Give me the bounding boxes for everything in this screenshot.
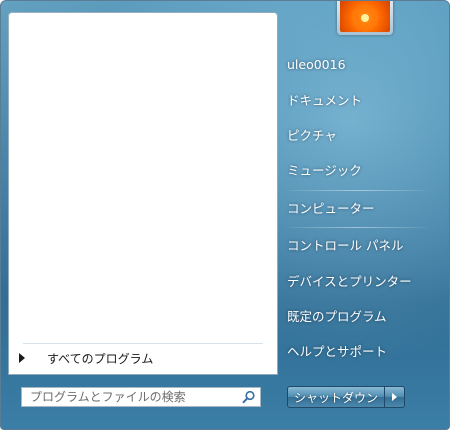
flower-icon	[351, 4, 379, 32]
documents-item[interactable]: ドキュメント	[287, 86, 437, 112]
pictures-label: ピクチャ	[287, 127, 337, 143]
programs-divider	[23, 343, 263, 344]
music-item[interactable]: ミュージック	[287, 156, 437, 182]
chevron-right-icon	[392, 393, 398, 401]
all-programs-label: すべてのプログラム	[47, 351, 154, 366]
computer-label: コンピューター	[287, 200, 375, 216]
computer-item[interactable]: コンピューター	[287, 194, 437, 220]
user-picture-frame[interactable]	[337, 1, 393, 35]
search-box[interactable]	[21, 387, 261, 407]
control-panel-item[interactable]: コントロール パネル	[287, 231, 437, 257]
right-pane-divider-2	[287, 227, 427, 228]
help-support-item[interactable]: ヘルプとサポート	[287, 337, 437, 363]
shutdown-label: シャットダウン	[294, 390, 379, 405]
right-pane-divider-1	[287, 190, 427, 191]
devices-printers-label: デバイスとプリンター	[287, 273, 412, 289]
default-programs-label: 既定のプログラム	[287, 308, 387, 324]
search-input[interactable]	[22, 388, 232, 406]
shutdown-group: シャットダウン	[287, 386, 406, 408]
triangle-right-icon	[19, 353, 25, 363]
user-folder-label: uleo0016	[287, 56, 346, 72]
search-icon[interactable]	[242, 390, 256, 404]
documents-label: ドキュメント	[287, 92, 363, 108]
control-panel-label: コントロール パネル	[287, 237, 404, 253]
avatar	[340, 1, 390, 32]
pinned-programs-pane	[8, 12, 278, 375]
shutdown-options-button[interactable]	[385, 386, 406, 408]
user-folder-item[interactable]: uleo0016	[287, 51, 437, 77]
music-label: ミュージック	[287, 162, 362, 178]
help-support-label: ヘルプとサポート	[287, 343, 388, 359]
default-programs-item[interactable]: 既定のプログラム	[287, 302, 437, 328]
shutdown-button[interactable]: シャットダウン	[287, 386, 386, 408]
all-programs-item[interactable]: すべてのプログラム	[15, 346, 271, 370]
devices-printers-item[interactable]: デバイスとプリンター	[287, 267, 437, 293]
pictures-item[interactable]: ピクチャ	[287, 121, 437, 147]
start-menu: すべてのプログラム uleo0016 ドキュメント ピクチャ ミュージック コン…	[0, 0, 450, 430]
